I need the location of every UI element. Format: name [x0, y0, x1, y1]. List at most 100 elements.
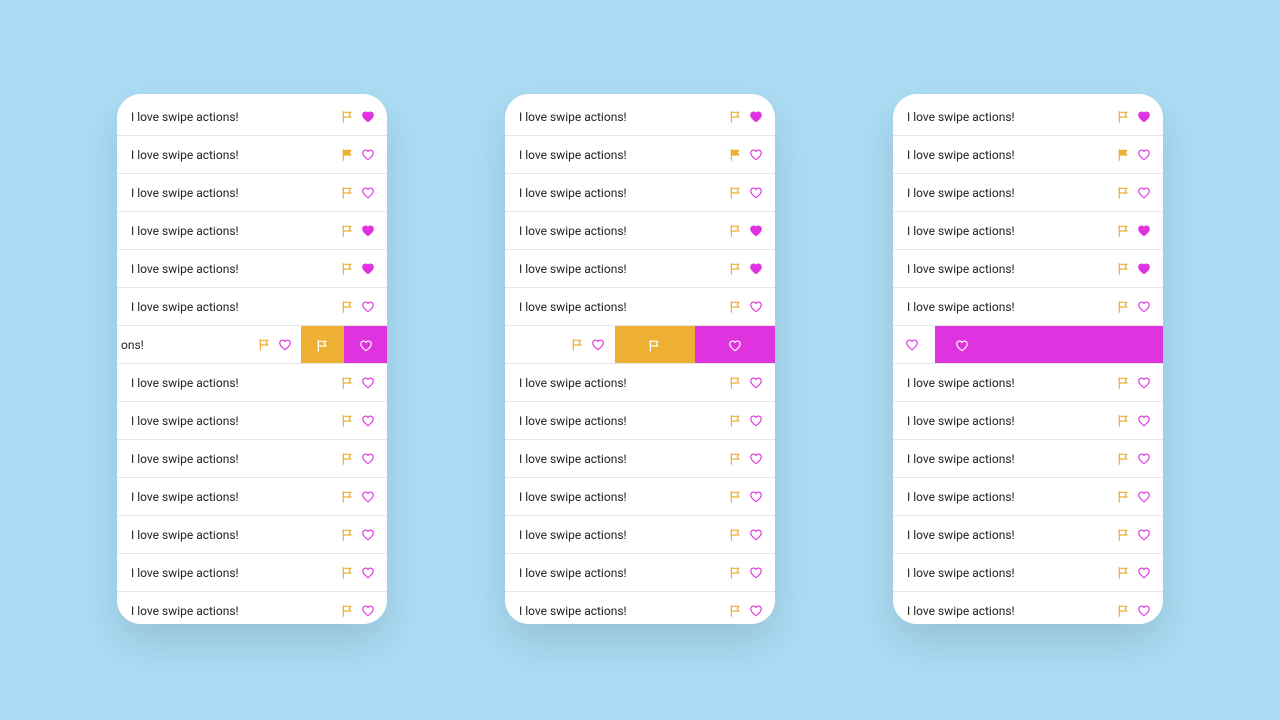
- list-row[interactable]: I love swipe actions!: [505, 326, 775, 364]
- flag-icon[interactable]: [1117, 148, 1131, 162]
- row-face[interactable]: I love swipe actions!: [117, 554, 387, 591]
- heart-icon[interactable]: [749, 528, 763, 542]
- heart-icon[interactable]: [1137, 110, 1151, 124]
- heart-icon[interactable]: [749, 186, 763, 200]
- list-row[interactable]: I love swipe actions!: [505, 212, 775, 250]
- heart-icon[interactable]: [1137, 604, 1151, 618]
- list-row[interactable]: I love swipe actions!: [117, 440, 387, 478]
- flag-icon[interactable]: [729, 224, 743, 238]
- list-row[interactable]: I love swipe actions!: [505, 250, 775, 288]
- flag-icon[interactable]: [1117, 528, 1131, 542]
- heart-icon[interactable]: [361, 376, 375, 390]
- row-face[interactable]: I love swipe actions!: [505, 136, 775, 173]
- list-row[interactable]: I love swipe actions!: [893, 478, 1163, 516]
- flag-icon[interactable]: [1117, 376, 1131, 390]
- flag-icon[interactable]: [729, 148, 743, 162]
- row-face[interactable]: I love swipe actions!: [117, 288, 387, 325]
- list-row[interactable]: I love swipe actions!: [893, 592, 1163, 624]
- row-face[interactable]: I love swipe actions!: [117, 98, 387, 135]
- flag-icon[interactable]: [258, 338, 272, 352]
- row-face[interactable]: I love swipe actions!: [117, 592, 387, 624]
- list-row[interactable]: I love swipe actions!: [117, 136, 387, 174]
- flag-icon[interactable]: [729, 414, 743, 428]
- flag-icon[interactable]: [1117, 300, 1131, 314]
- row-face[interactable]: I love swipe actions!: [893, 402, 1163, 439]
- row-face[interactable]: I love swipe actions!: [117, 440, 387, 477]
- list-row[interactable]: I love swipe actions!: [117, 364, 387, 402]
- list-row[interactable]: ons!: [117, 326, 387, 364]
- flag-icon[interactable]: [341, 376, 355, 390]
- list-row[interactable]: I love swipe actions!: [505, 136, 775, 174]
- list-row[interactable]: I love swipe actions!: [505, 402, 775, 440]
- flag-icon[interactable]: [1117, 414, 1131, 428]
- row-face[interactable]: I love swipe actions!: [505, 174, 775, 211]
- flag-icon[interactable]: [341, 300, 355, 314]
- heart-icon[interactable]: [361, 604, 375, 618]
- flag-icon[interactable]: [1117, 604, 1131, 618]
- list-row[interactable]: I love swipe actions!: [893, 440, 1163, 478]
- flag-icon[interactable]: [571, 338, 585, 352]
- swipe-list[interactable]: I love swipe actions! I love swipe actio…: [505, 94, 775, 624]
- heart-icon[interactable]: [361, 414, 375, 428]
- flag-icon[interactable]: [729, 566, 743, 580]
- flag-icon[interactable]: [341, 566, 355, 580]
- list-row[interactable]: I love swipe actions!: [893, 174, 1163, 212]
- flag-icon[interactable]: [1117, 262, 1131, 276]
- flag-icon[interactable]: [341, 224, 355, 238]
- row-face[interactable]: I love swipe actions!: [505, 554, 775, 591]
- row-face[interactable]: I love swipe actions!: [505, 288, 775, 325]
- heart-icon[interactable]: [749, 566, 763, 580]
- row-face[interactable]: I love swipe actions!: [117, 250, 387, 287]
- heart-icon[interactable]: [1137, 300, 1151, 314]
- row-face[interactable]: I love swipe actions!: [505, 516, 775, 553]
- row-face[interactable]: I love swipe actions!: [893, 516, 1163, 553]
- row-face[interactable]: I love swipe actions!: [893, 478, 1163, 515]
- swipe-action-flag[interactable]: [301, 326, 344, 363]
- heart-icon[interactable]: [1137, 566, 1151, 580]
- list-row[interactable]: I love swipe actions!: [893, 402, 1163, 440]
- row-face[interactable]: I love swipe actions!: [505, 212, 775, 249]
- flag-icon[interactable]: [1117, 186, 1131, 200]
- heart-icon[interactable]: [361, 186, 375, 200]
- list-row[interactable]: I love swipe actions!: [505, 478, 775, 516]
- flag-icon[interactable]: [341, 110, 355, 124]
- list-row[interactable]: I love swipe actions!: [893, 554, 1163, 592]
- row-face[interactable]: I love swipe actions!: [117, 478, 387, 515]
- flag-icon[interactable]: [729, 528, 743, 542]
- row-face[interactable]: I love swipe actions!: [893, 440, 1163, 477]
- list-row[interactable]: I love swipe actions!: [893, 98, 1163, 136]
- row-face[interactable]: I love swipe actions!: [893, 288, 1163, 325]
- row-face[interactable]: I love swipe actions!: [505, 98, 775, 135]
- heart-icon[interactable]: [361, 224, 375, 238]
- flag-icon[interactable]: [1117, 110, 1131, 124]
- list-row[interactable]: I love swipe actions!: [505, 174, 775, 212]
- row-face[interactable]: I love swipe actions!: [117, 516, 387, 553]
- list-row[interactable]: I love swipe actions!: [117, 516, 387, 554]
- swipe-action-favorite[interactable]: [695, 326, 775, 363]
- flag-icon[interactable]: [1117, 566, 1131, 580]
- row-face[interactable]: I love swipe actions!: [505, 440, 775, 477]
- flag-icon[interactable]: [341, 262, 355, 276]
- row-face[interactable]: I love swipe actions!: [505, 402, 775, 439]
- flag-icon[interactable]: [341, 186, 355, 200]
- list-row[interactable]: I love swipe actions!: [505, 364, 775, 402]
- row-face[interactable]: I love swipe actions!: [893, 174, 1163, 211]
- heart-icon[interactable]: [1137, 148, 1151, 162]
- list-row[interactable]: I love swipe actions!: [893, 212, 1163, 250]
- heart-icon[interactable]: [1137, 490, 1151, 504]
- row-face[interactable]: I love swipe actions!: [893, 592, 1163, 624]
- swipe-action-flag[interactable]: [615, 326, 695, 363]
- swipe-action-favorite[interactable]: [935, 326, 1163, 363]
- list-row[interactable]: I love swipe actions!: [117, 402, 387, 440]
- row-face[interactable]: I love swipe actions!: [117, 212, 387, 249]
- heart-icon[interactable]: [749, 224, 763, 238]
- heart-icon[interactable]: [361, 490, 375, 504]
- row-face[interactable]: I love swipe actions!: [505, 364, 775, 401]
- heart-icon[interactable]: [749, 490, 763, 504]
- swipe-action-favorite[interactable]: [344, 326, 387, 363]
- list-row[interactable]: I love swipe actions!: [117, 212, 387, 250]
- flag-icon[interactable]: [341, 452, 355, 466]
- flag-icon[interactable]: [729, 376, 743, 390]
- list-row[interactable]: I love swipe actions!: [117, 288, 387, 326]
- heart-icon[interactable]: [749, 604, 763, 618]
